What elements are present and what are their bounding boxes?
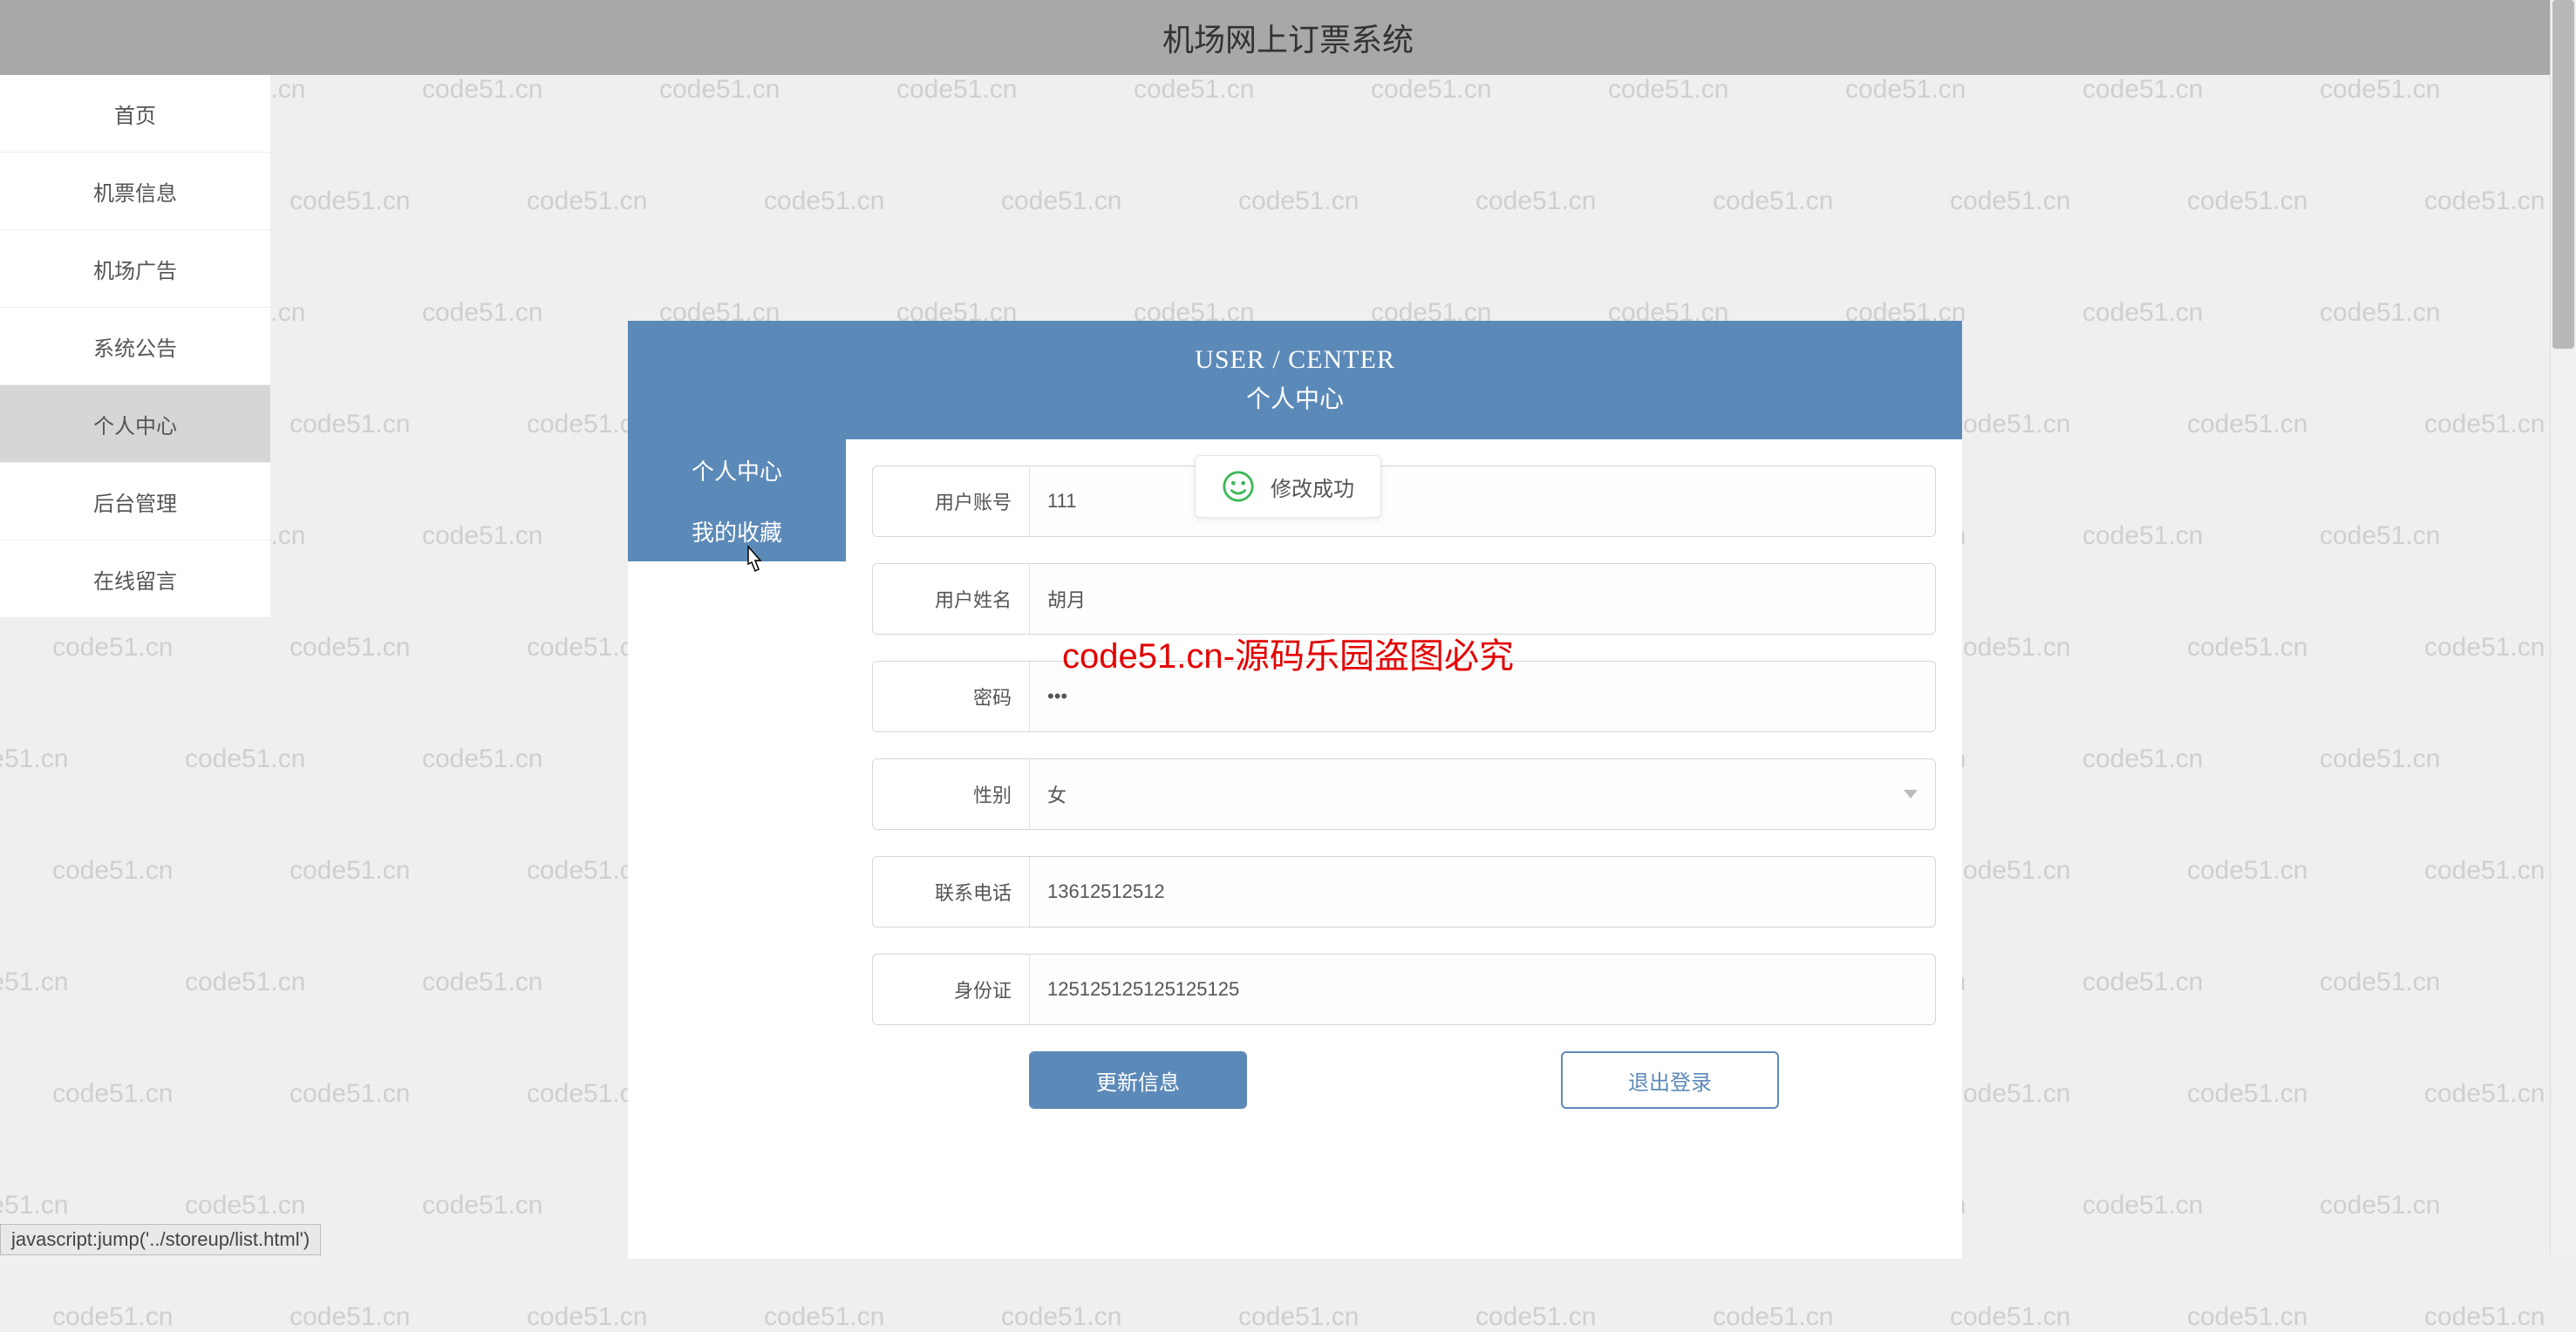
smile-icon <box>1222 470 1255 503</box>
header-bar: 机场网上订票系统 <box>0 0 2576 75</box>
sidebar-item-label: 机场广告 <box>93 254 177 284</box>
form-label-phone: 联系电话 <box>873 857 1030 927</box>
form-label-account: 用户账号 <box>873 466 1030 536</box>
chevron-down-icon <box>1904 790 1918 799</box>
sidebar-item-label: 机票信息 <box>93 176 177 207</box>
main-sidebar: 首页 机票信息 机场广告 系统公告 个人中心 后台管理 在线留言 <box>0 75 270 618</box>
toast-text: 修改成功 <box>1271 472 1354 502</box>
password-input[interactable] <box>1030 662 1935 731</box>
sidebar-item-label: 在线留言 <box>93 564 177 595</box>
form-row-phone: 联系电话 <box>872 856 1936 928</box>
form-label-password: 密码 <box>873 662 1030 731</box>
gender-select[interactable]: 女 <box>1030 759 1935 829</box>
status-bar: javascript:jump('../storeup/list.html') <box>0 1224 321 1255</box>
sidebar-item-messages[interactable]: 在线留言 <box>0 540 270 618</box>
panel-header-cn: 个人中心 <box>628 380 1962 415</box>
sidebar-item-announcements[interactable]: 系统公告 <box>0 308 270 385</box>
inner-sidebar-spacer <box>628 561 846 1259</box>
sidebar-item-label: 系统公告 <box>93 331 177 362</box>
form-row-account: 用户账号 <box>872 466 1936 537</box>
inner-sidebar-item-favorites[interactable]: 我的收藏 <box>628 500 846 561</box>
form-row-gender: 性别 女 <box>872 758 1936 830</box>
header-title: 机场网上订票系统 <box>1162 15 1414 60</box>
scrollbar-thumb[interactable] <box>2552 0 2574 349</box>
sidebar-item-label: 首页 <box>114 99 156 129</box>
button-row: 更新信息 退出登录 <box>872 1051 1936 1109</box>
panel-header-en: USER / CENTER <box>628 345 1962 375</box>
sidebar-item-label: 后台管理 <box>93 486 177 517</box>
form-row-name: 用户姓名 <box>872 563 1936 635</box>
form-label-gender: 性别 <box>873 759 1030 829</box>
gender-select-value: 女 <box>1047 780 1067 808</box>
sidebar-item-home[interactable]: 首页 <box>0 75 270 153</box>
name-input[interactable] <box>1030 564 1935 634</box>
form-row-password: 密码 <box>872 661 1936 732</box>
scrollbar-vertical[interactable] <box>2550 0 2576 1255</box>
toast-success: 修改成功 <box>1195 455 1381 518</box>
logout-button-label: 退出登录 <box>1628 1065 1712 1096</box>
update-button-label: 更新信息 <box>1096 1065 1180 1096</box>
panel-header: USER / CENTER 个人中心 <box>628 321 1962 439</box>
inner-sidebar-item-label: 我的收藏 <box>692 515 782 547</box>
account-input[interactable] <box>1030 466 1935 536</box>
phone-input[interactable] <box>1030 857 1935 927</box>
form-area: 用户账号 用户姓名 密码 性别 女 联系电话 <box>846 439 1962 1259</box>
inner-sidebar-item-label: 个人中心 <box>692 454 782 486</box>
sidebar-item-admin[interactable]: 后台管理 <box>0 463 270 540</box>
form-label-name: 用户姓名 <box>873 564 1030 634</box>
update-button[interactable]: 更新信息 <box>1029 1051 1247 1109</box>
panel-body: 个人中心 我的收藏 用户账号 用户姓名 密码 性别 女 <box>628 439 1962 1259</box>
inner-sidebar: 个人中心 我的收藏 <box>628 439 846 561</box>
form-row-idcard: 身份证 <box>872 954 1936 1025</box>
logout-button[interactable]: 退出登录 <box>1561 1051 1779 1109</box>
sidebar-item-user-center[interactable]: 个人中心 <box>0 385 270 463</box>
inner-sidebar-item-profile[interactable]: 个人中心 <box>628 439 846 500</box>
idcard-input[interactable] <box>1030 955 1935 1024</box>
form-label-idcard: 身份证 <box>873 955 1030 1024</box>
sidebar-item-label: 个人中心 <box>93 409 177 439</box>
sidebar-item-ads[interactable]: 机场广告 <box>0 230 270 308</box>
sidebar-item-tickets[interactable]: 机票信息 <box>0 153 270 230</box>
